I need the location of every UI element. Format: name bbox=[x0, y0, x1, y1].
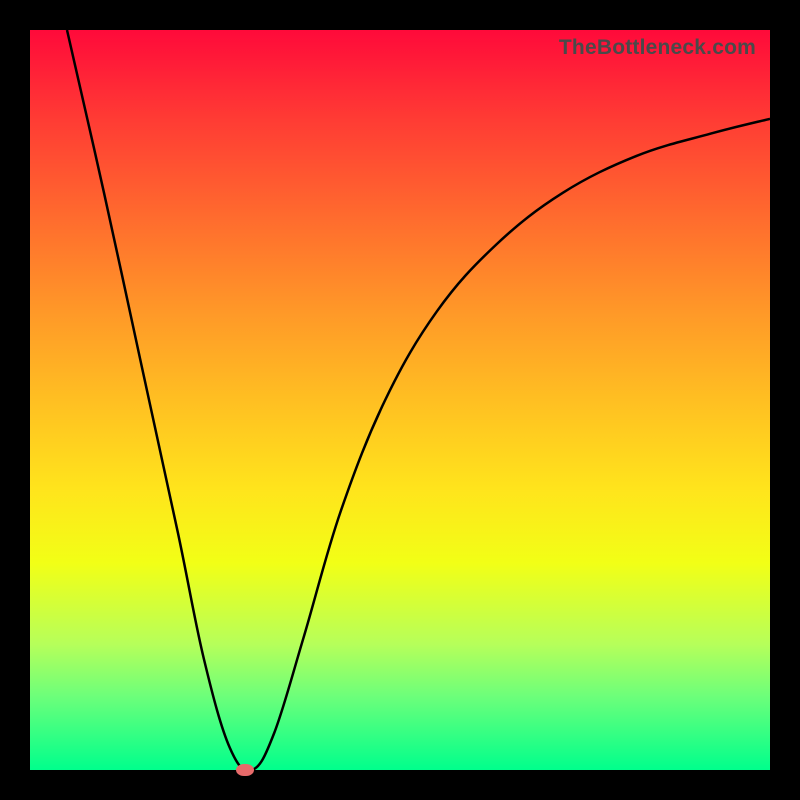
plot-area: TheBottleneck.com bbox=[30, 30, 770, 770]
bottleneck-curve-path bbox=[67, 30, 770, 770]
curve-svg bbox=[30, 30, 770, 770]
chart-container: TheBottleneck.com bbox=[0, 0, 800, 800]
